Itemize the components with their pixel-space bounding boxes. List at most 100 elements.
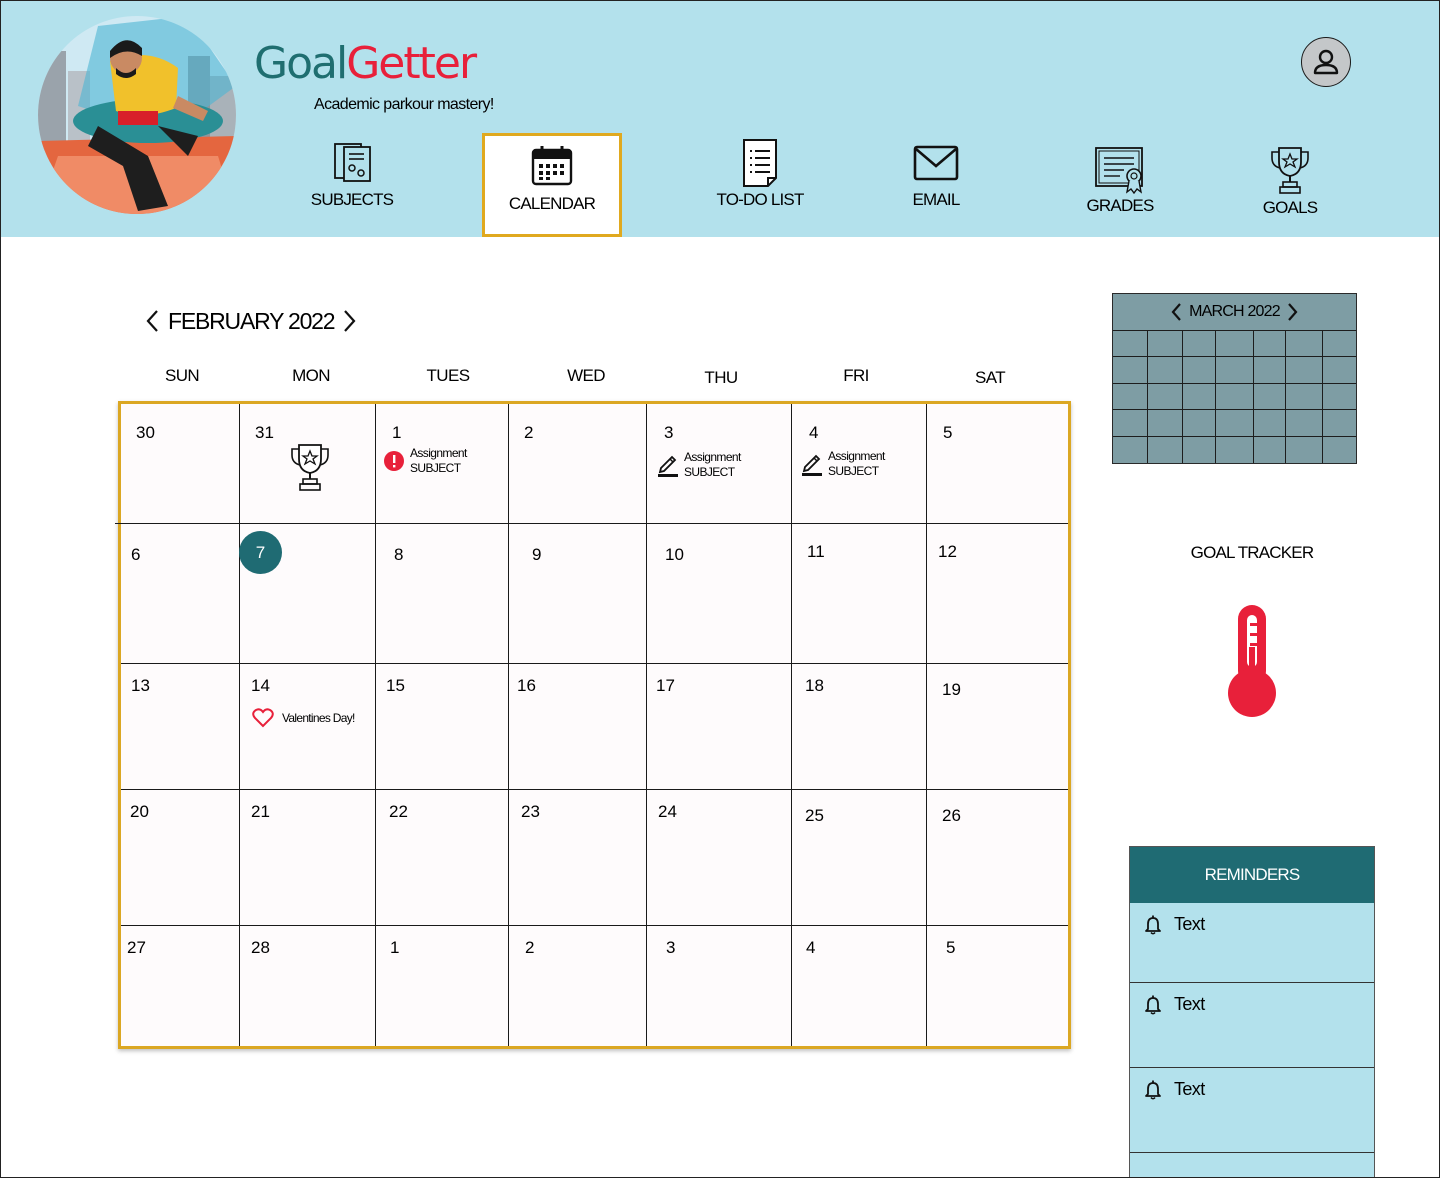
nav-subjects-label: SUBJECTS <box>310 190 394 209</box>
app-header: GoalGetter Academic parkour mastery! SUB… <box>0 0 1440 237</box>
certificate-icon <box>1095 147 1143 194</box>
day-cell[interactable]: 12 <box>938 542 957 562</box>
bell-icon <box>1144 915 1162 940</box>
trophy-icon <box>291 444 329 491</box>
day-cell[interactable]: 2 <box>525 938 534 958</box>
weekday-header-mon: MON <box>292 366 330 385</box>
day-cell[interactable]: 23 <box>521 802 540 822</box>
today-marker[interactable]: 7 <box>239 531 282 574</box>
day-cell[interactable]: 26 <box>942 806 961 826</box>
app-logo: GoalGetter <box>254 38 477 89</box>
day-cell[interactable]: 11 <box>807 542 825 562</box>
goal-event[interactable] <box>288 441 332 493</box>
pencil-icon <box>802 454 822 476</box>
weekday-header-tues: TUES <box>426 366 471 385</box>
nav-grades[interactable]: GRADES <box>1074 146 1166 236</box>
day-cell[interactable]: 17 <box>656 676 675 696</box>
holiday-label: Valentines Day! <box>282 711 355 725</box>
user-icon <box>1313 49 1339 75</box>
pencil-icon <box>658 455 678 477</box>
mini-calendar-header: MARCH 2022 <box>1113 294 1356 330</box>
day-cell[interactable]: 25 <box>805 806 824 826</box>
alert-icon <box>384 451 404 471</box>
profile-button[interactable] <box>1301 37 1351 87</box>
heart-icon <box>252 708 274 728</box>
day-cell[interactable]: 1 <box>392 423 401 443</box>
nav-todo-list-label: TO-DO LIST <box>716 190 804 209</box>
day-cell[interactable]: 13 <box>131 676 150 696</box>
nav-goals[interactable]: GOALS <box>1244 144 1336 234</box>
day-cell[interactable]: 2 <box>524 423 533 443</box>
day-cell[interactable]: 10 <box>665 545 684 565</box>
next-month-button[interactable] <box>336 304 362 338</box>
weekday-header-wed: WED <box>567 366 605 385</box>
day-cell[interactable]: 15 <box>386 676 405 696</box>
prev-month-button[interactable] <box>140 304 166 338</box>
weekday-header-sun: SUN <box>164 366 200 385</box>
assignment-subject: SUBJECT <box>410 461 461 475</box>
day-cell[interactable]: 24 <box>658 802 677 822</box>
day-cell[interactable]: 22 <box>389 802 408 822</box>
reminder-text: Text <box>1174 1079 1205 1099</box>
mini-prev-month-button[interactable] <box>1171 302 1183 322</box>
mini-next-month-button[interactable] <box>1286 302 1298 322</box>
weekday-header-sat: SAT <box>974 368 1006 387</box>
trophy-icon <box>1271 147 1309 194</box>
holiday-event[interactable]: Valentines Day! <box>252 708 355 728</box>
month-calendar-grid: 30 31 1 2 3 4 5 Assignment SUBJECT Assig… <box>115 401 1071 1049</box>
day-cell[interactable]: 6 <box>131 545 140 565</box>
day-cell[interactable]: 8 <box>394 545 403 565</box>
parkour-illustration <box>38 16 236 214</box>
chevron-left-icon <box>146 310 158 332</box>
assignment-title: Assignment <box>684 450 741 464</box>
day-cell[interactable]: 9 <box>532 545 541 565</box>
nav-email[interactable]: EMAIL <box>890 142 982 232</box>
app-tagline: Academic parkour mastery! <box>314 96 494 113</box>
calendar-icon <box>531 146 573 186</box>
day-cell[interactable]: 16 <box>517 676 536 696</box>
day-cell[interactable]: 14 <box>251 676 270 696</box>
chevron-left-icon <box>1171 303 1181 321</box>
reminder-item[interactable]: Text <box>1130 983 1374 1068</box>
weekday-header-fri: FRI <box>843 366 869 385</box>
day-cell[interactable]: 30 <box>136 423 155 443</box>
day-cell[interactable]: 1 <box>390 938 399 958</box>
reminder-text: Text <box>1174 994 1205 1014</box>
nav-grades-label: GRADES <box>1086 196 1155 215</box>
nav-calendar[interactable]: CALENDAR <box>482 133 622 237</box>
assignment-event[interactable]: Assignment SUBJECT <box>383 446 467 476</box>
todo-list-icon <box>743 139 777 187</box>
mini-calendar: MARCH 2022 <box>1112 293 1357 464</box>
chevron-right-icon <box>1288 303 1298 321</box>
day-cell[interactable]: 18 <box>805 676 824 696</box>
assignment-title: Assignment <box>410 446 467 460</box>
mini-month-label: MARCH 2022 <box>1189 303 1281 320</box>
nav-subjects[interactable]: SUBJECTS <box>296 140 408 230</box>
chevron-right-icon <box>344 310 356 332</box>
day-cell[interactable]: 28 <box>251 938 270 958</box>
day-cell[interactable]: 31 <box>255 423 274 443</box>
day-cell[interactable]: 3 <box>664 423 673 443</box>
weekday-header-thu: THU <box>704 368 738 387</box>
reminder-item[interactable]: Text <box>1130 1068 1374 1153</box>
month-label: FEBRUARY 2022 <box>168 307 336 334</box>
bell-icon <box>1144 1080 1162 1105</box>
day-cell[interactable]: 27 <box>127 938 146 958</box>
day-cell[interactable]: 4 <box>806 938 815 958</box>
day-cell[interactable]: 20 <box>130 802 149 822</box>
day-cell[interactable]: 5 <box>943 423 952 443</box>
assignment-event[interactable]: Assignment SUBJECT <box>801 449 885 479</box>
day-cell[interactable]: 21 <box>251 802 270 822</box>
month-navigation: FEBRUARY 2022 <box>140 304 362 338</box>
nav-goals-label: GOALS <box>1262 198 1318 217</box>
goal-tracker-title: GOAL TRACKER <box>1190 543 1314 562</box>
reminder-text: Text <box>1174 914 1205 934</box>
day-cell[interactable]: 19 <box>942 680 961 700</box>
assignment-event[interactable]: Assignment SUBJECT <box>657 450 741 480</box>
assignment-title: Assignment <box>828 449 885 463</box>
day-cell[interactable]: 3 <box>666 938 675 958</box>
day-cell[interactable]: 5 <box>946 938 955 958</box>
day-cell[interactable]: 4 <box>809 423 818 443</box>
nav-todo-list[interactable]: TO-DO LIST <box>704 138 816 228</box>
reminder-item[interactable]: Text <box>1130 903 1374 983</box>
